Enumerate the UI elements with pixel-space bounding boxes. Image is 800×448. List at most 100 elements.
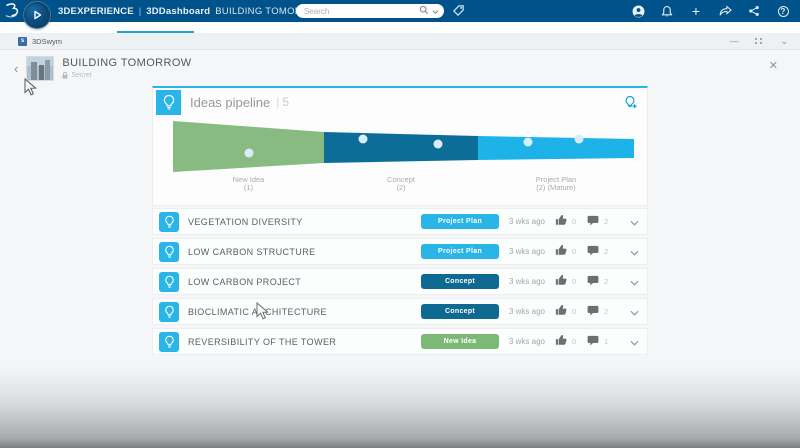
ideas-pipeline-panel: Ideas pipeline | 5 New Idea (1) Concept (2)… [152,86,648,206]
idea-dot[interactable] [358,134,368,144]
widget-app-label: 3DSwym [32,36,63,46]
expand-chevron-icon[interactable] [619,333,639,351]
privacy-label: Secret [71,72,92,79]
funnel-stage-new-idea[interactable] [173,121,324,172]
widget-layout-grid-icon[interactable] [755,38,763,44]
idea-status-badge[interactable]: Project Plan [421,214,499,229]
idea-age: 3 wks ago [508,277,546,286]
idea-status-badge[interactable]: Project Plan [421,244,499,259]
top-navigation-bar: 3DEXPERIENCE | 3DDashboard BUILDING TOMO… [0,0,800,22]
idea-row[interactable]: LOW CARBON PROJECT Concept 3 wks ago 0 2 [152,268,648,295]
thumbs-up-icon[interactable] [555,213,567,231]
idea-row[interactable]: VEGETATION DIVERSITY Project Plan 3 wks ag… [152,208,648,235]
panel-title: Ideas pipeline [190,94,271,110]
ideas-pipeline-header: Ideas pipeline | 5 [153,88,647,116]
comment-control[interactable]: 2 [587,213,619,231]
comment-count: 2 [604,217,609,226]
idea-dot[interactable] [244,148,254,158]
idea-age: 3 wks ago [508,337,546,346]
comment-count: 2 [604,307,609,316]
3dexperience-compass-play-icon[interactable] [23,1,51,29]
share-network-icon[interactable] [747,4,761,18]
comment-icon[interactable] [587,213,599,231]
notifications-bell-icon[interactable] [660,4,674,18]
help-icon[interactable]: ? [776,4,790,18]
idea-status-badge[interactable]: Concept [421,304,499,319]
search-input[interactable] [304,6,419,16]
like-control[interactable]: 0 [555,303,587,321]
like-control[interactable]: 0 [555,273,587,291]
expand-chevron-icon[interactable] [619,243,639,261]
ideas-list: VEGETATION DIVERSITY Project Plan 3 wks ag… [152,208,648,358]
search-options-chevron-icon[interactable] [432,2,439,20]
back-chevron-icon[interactable]: ‹ [14,62,18,75]
community-title: BUILDING TOMORROW [62,57,192,69]
like-control[interactable]: 0 [555,243,587,261]
like-count: 0 [572,277,577,286]
idea-row[interactable]: BIOCLIMATIC ARCHITECTURE Concept 3 wks ago… [152,298,648,325]
add-idea-icon[interactable] [624,95,638,114]
3dswym-app-icon: s [18,36,27,46]
like-count: 0 [572,307,577,316]
comment-control[interactable]: 1 [587,333,619,351]
thumbs-up-icon[interactable] [555,303,567,321]
ideas-funnel-chart: New Idea(1)Concept(2)Project Plan(2) (Ma… [173,121,634,192]
expand-chevron-icon[interactable] [619,213,639,231]
dashboard-tab-strip [0,22,800,33]
tag-icon[interactable] [452,4,465,22]
idea-row[interactable]: LOW CARBON STRUCTURE Project Plan 3 wks ag… [152,238,648,265]
idea-status-badge[interactable]: New Idea [421,334,499,349]
breadcrumb-divider: | [138,5,142,17]
app-breadcrumb: 3DEXPERIENCE | 3DDashboard BUILDING TOMO… [58,0,337,22]
like-control[interactable]: 0 [555,333,587,351]
funnel-stage-count: (2) [396,183,406,192]
expand-chevron-icon[interactable] [619,273,639,291]
lightbulb-icon [159,211,179,232]
comment-control[interactable]: 2 [587,243,619,261]
funnel-stage-project-plan[interactable] [478,136,634,160]
idea-title[interactable]: REVERSIBILITY OF THE TOWER [188,337,421,347]
community-thumbnail-image [26,56,55,81]
user-avatar-icon[interactable] [631,4,645,18]
comment-count: 1 [604,337,609,346]
idea-title[interactable]: BIOCLIMATIC ARCHITECTURE [188,307,421,317]
comment-count: 2 [604,277,609,286]
comment-icon[interactable] [587,333,599,351]
panel-count-separator: | [276,95,280,109]
community-privacy: Secret [62,72,191,79]
idea-title[interactable]: LOW CARBON PROJECT [188,277,421,287]
idea-title[interactable]: VEGETATION DIVERSITY [188,217,421,227]
thumbs-up-icon[interactable] [555,333,567,351]
search-icon[interactable] [419,2,429,20]
comment-control[interactable]: 2 [587,273,619,291]
comment-icon[interactable] [587,243,599,261]
close-icon[interactable]: ✕ [769,59,778,72]
comment-icon[interactable] [587,273,599,291]
lightbulb-icon [156,89,181,115]
idea-title[interactable]: LOW CARBON STRUCTURE [188,247,421,257]
topbar-action-icons: + ? [631,0,790,22]
widget-chevron-down-icon[interactable]: ⌄ [780,36,788,46]
share-forward-icon[interactable] [718,4,732,18]
comment-icon[interactable] [587,303,599,321]
global-search[interactable] [296,4,444,18]
idea-dot[interactable] [574,134,584,144]
add-plus-icon[interactable]: + [689,4,703,18]
lock-icon [62,72,68,79]
idea-dot[interactable] [433,139,443,149]
funnel-stage-concept[interactable] [324,132,478,163]
comment-count: 2 [604,247,609,256]
idea-row[interactable]: REVERSIBILITY OF THE TOWER New Idea 3 wks … [152,328,648,355]
idea-dot[interactable] [523,137,533,147]
idea-age: 3 wks ago [508,307,546,316]
lightbulb-icon [159,301,179,322]
thumbs-up-icon[interactable] [555,243,567,261]
thumbs-up-icon[interactable] [555,273,567,291]
like-control[interactable]: 0 [555,213,587,231]
expand-chevron-icon[interactable] [619,303,639,321]
community-header: ‹ BUILDING TOMORROW Secret [14,56,192,81]
idea-status-badge[interactable]: Concept [421,274,499,289]
comment-control[interactable]: 2 [587,303,619,321]
dassault-3ds-logo-icon [4,2,22,24]
widget-minimize-button[interactable]: — [729,36,738,46]
